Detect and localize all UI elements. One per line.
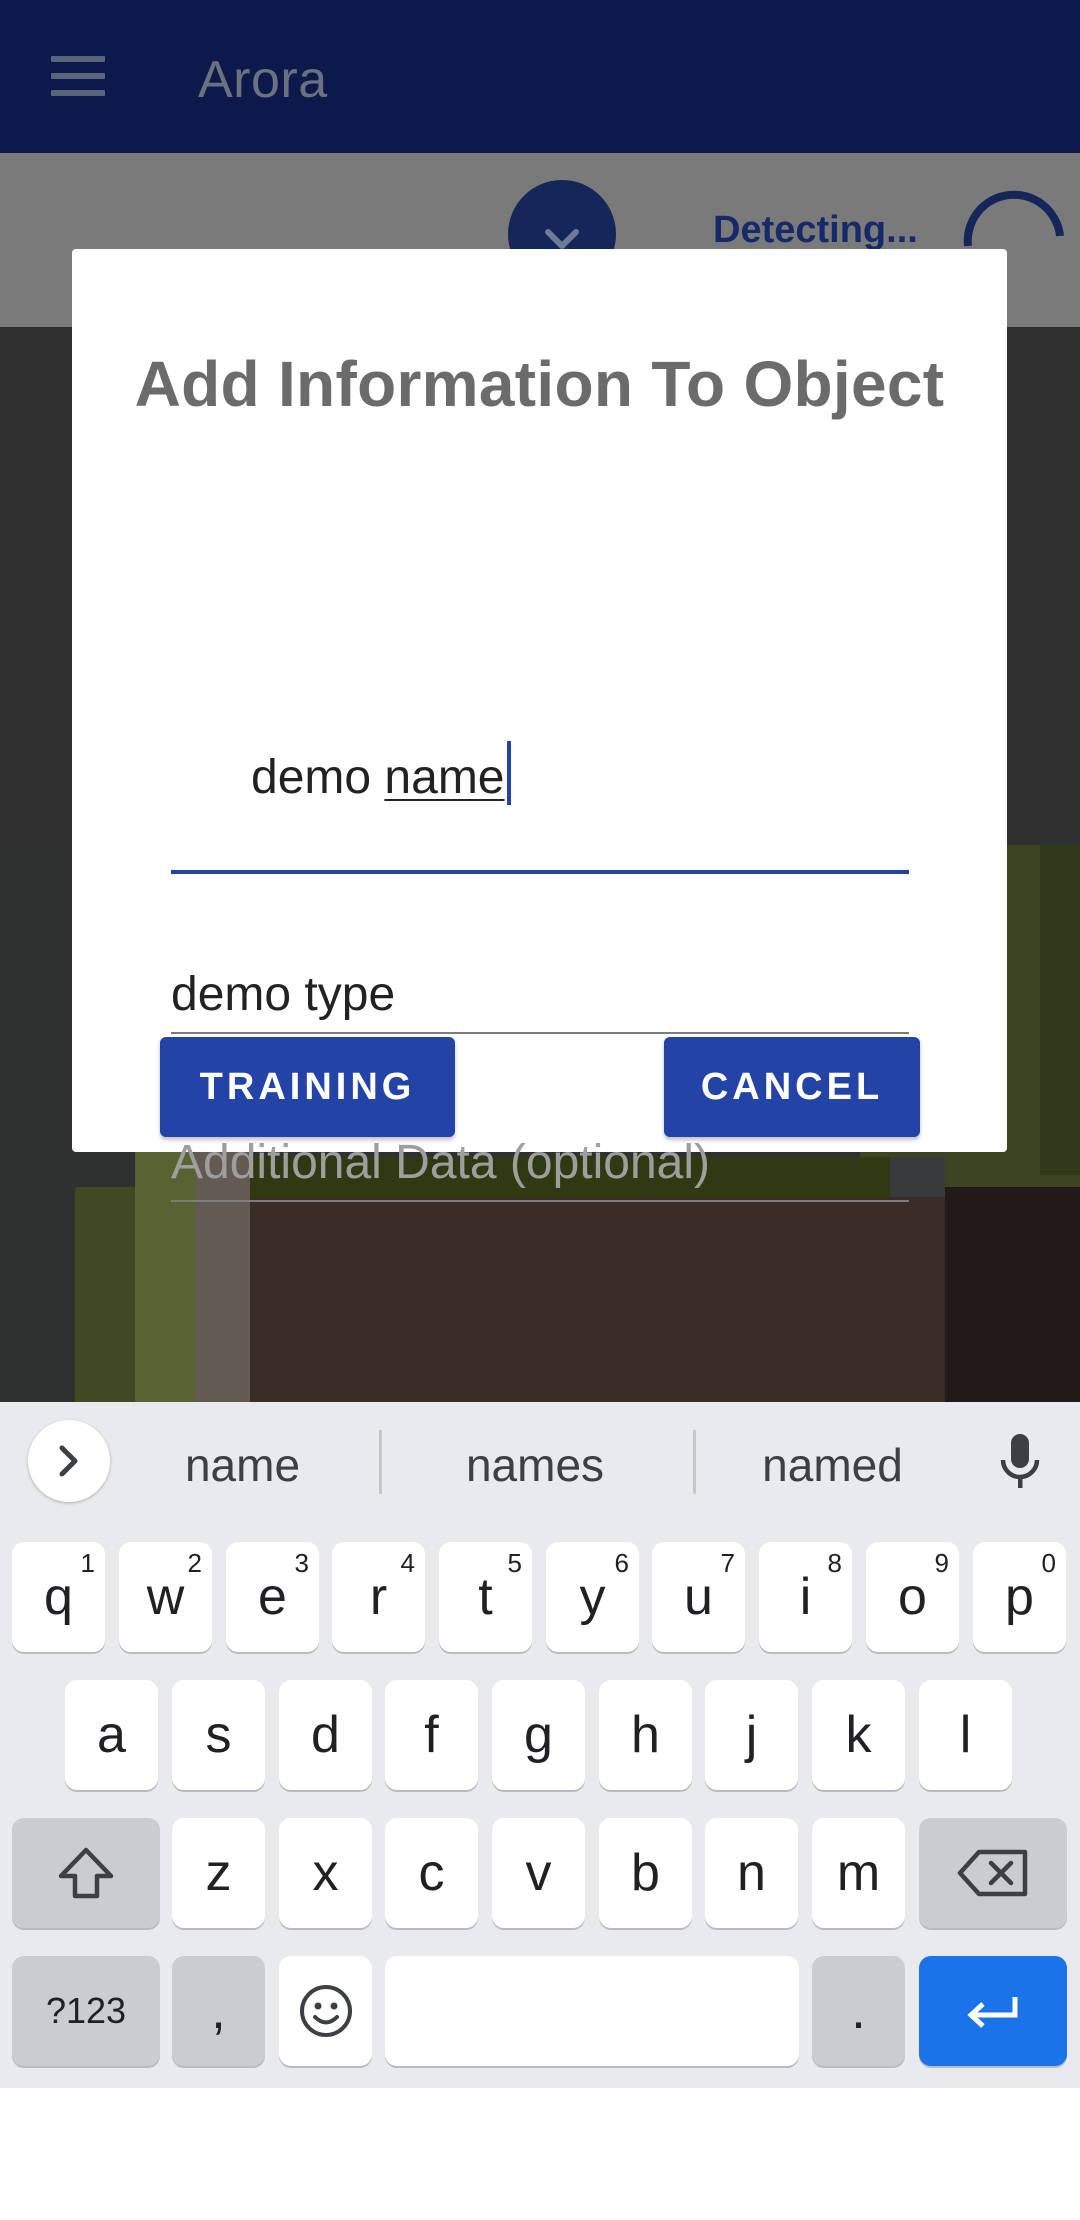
expand-toolbar-button[interactable] <box>28 1420 110 1502</box>
emoji-icon <box>299 1985 352 2037</box>
key-hint: 0 <box>1041 1548 1056 1578</box>
key-b[interactable]: b <box>599 1818 692 1928</box>
composing-word: name <box>384 751 505 804</box>
training-button[interactable]: TRAINING <box>160 1037 455 1137</box>
key-s[interactable]: s <box>172 1680 265 1790</box>
app-title: Arora <box>198 51 328 109</box>
enter-key[interactable] <box>919 1956 1067 2066</box>
shift-icon <box>58 1847 114 1899</box>
cancel-button[interactable]: CANCEL <box>664 1037 920 1137</box>
space-key[interactable] <box>385 1956 799 2066</box>
key-hint: 1 <box>80 1548 95 1578</box>
period-key[interactable]: . <box>812 1956 905 2066</box>
suggestion-strip: name names named <box>0 1402 1080 1526</box>
key-hint: 6 <box>614 1548 629 1578</box>
key-a[interactable]: a <box>65 1680 158 1790</box>
suggestion-3[interactable]: named <box>730 1438 935 1492</box>
object-name-input[interactable]: demo name <box>171 741 909 874</box>
key-k[interactable]: k <box>812 1680 905 1790</box>
key-o[interactable]: o9 <box>866 1542 959 1652</box>
shift-key[interactable] <box>12 1818 160 1928</box>
key-f[interactable]: f <box>385 1680 478 1790</box>
key-label: r <box>369 1568 388 1626</box>
key-label: t <box>478 1568 493 1626</box>
comma-key[interactable]: , <box>172 1956 265 2066</box>
backspace-icon <box>957 1849 1028 1897</box>
key-label: u <box>684 1568 713 1626</box>
key-r[interactable]: r4 <box>332 1542 425 1652</box>
key-l[interactable]: l <box>919 1680 1012 1790</box>
key-t[interactable]: t5 <box>439 1542 532 1652</box>
microphone-icon[interactable] <box>996 1432 1044 1492</box>
key-d[interactable]: d <box>279 1680 372 1790</box>
key-p[interactable]: p0 <box>973 1542 1066 1652</box>
suggestion-1[interactable]: name <box>140 1438 345 1492</box>
key-c[interactable]: c <box>385 1818 478 1928</box>
key-hint: 3 <box>294 1548 309 1578</box>
key-y[interactable]: y6 <box>546 1542 639 1652</box>
key-g[interactable]: g <box>492 1680 585 1790</box>
expand-icon <box>59 1445 78 1477</box>
app-bar: Arora <box>0 0 1080 153</box>
key-e[interactable]: e3 <box>226 1542 319 1652</box>
suggestion-2[interactable]: names <box>430 1438 640 1492</box>
key-label: q <box>44 1568 73 1626</box>
key-i[interactable]: i8 <box>759 1542 852 1652</box>
key-hint: 9 <box>934 1548 949 1578</box>
navigation-bar <box>0 2088 1080 2220</box>
emoji-key[interactable] <box>279 1956 372 2066</box>
key-hint: 5 <box>507 1548 522 1578</box>
key-w[interactable]: w2 <box>119 1542 212 1652</box>
additional-data-placeholder: Additional Data (optional) <box>171 1136 710 1189</box>
suggestion-divider <box>379 1430 382 1494</box>
backspace-key[interactable] <box>919 1818 1067 1928</box>
key-label: y <box>579 1568 606 1626</box>
enter-icon <box>967 1997 1018 2028</box>
hamburger-menu-icon[interactable] <box>51 56 105 96</box>
key-hint: 4 <box>400 1548 415 1578</box>
name-input-text: demo <box>251 751 385 804</box>
key-x[interactable]: x <box>279 1818 372 1928</box>
detection-status: Detecting... <box>713 209 918 251</box>
key-n[interactable]: n <box>705 1818 798 1928</box>
key-z[interactable]: z <box>172 1818 265 1928</box>
key-h[interactable]: h <box>599 1680 692 1790</box>
text-cursor <box>506 741 511 805</box>
suggestion-divider <box>693 1430 696 1494</box>
key-label: o <box>898 1568 927 1626</box>
add-information-dialog: Add Information To Object demo name demo… <box>72 249 1007 1202</box>
dialog-title: Add Information To Object <box>134 348 945 420</box>
key-m[interactable]: m <box>812 1818 905 1928</box>
key-u[interactable]: u7 <box>652 1542 745 1652</box>
key-q[interactable]: q1 <box>12 1542 105 1652</box>
key-label: w <box>146 1568 185 1626</box>
key-label: e <box>258 1568 287 1626</box>
key-hint: 7 <box>720 1548 735 1578</box>
key-v[interactable]: v <box>492 1818 585 1928</box>
key-hint: 2 <box>187 1548 202 1578</box>
key-j[interactable]: j <box>705 1680 798 1790</box>
key-label: i <box>799 1568 812 1626</box>
symbols-key[interactable]: ?123 <box>12 1956 160 2066</box>
key-label: p <box>1005 1568 1034 1626</box>
type-input-text: demo type <box>171 968 396 1021</box>
key-hint: 8 <box>827 1548 842 1578</box>
object-type-input[interactable]: demo type <box>171 954 909 1034</box>
on-screen-keyboard: name names named q1 w2 e3 r4 t5 y6 u7 i8… <box>0 1402 1080 2088</box>
